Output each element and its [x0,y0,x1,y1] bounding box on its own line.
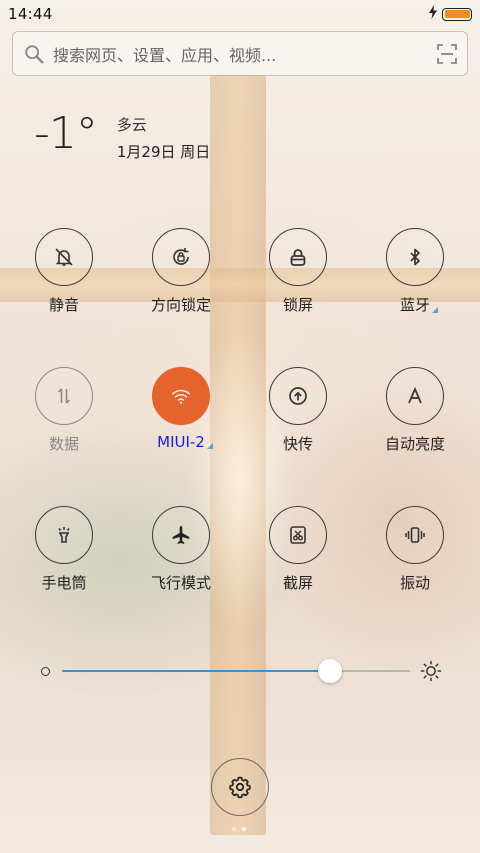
gear-icon [229,776,251,799]
toggle-label: 自动亮度 [384,435,445,453]
auto-brightness-icon[interactable] [386,367,444,425]
brightness-thumb[interactable] [317,659,342,683]
status-bar: 14:44 [0,0,480,28]
toggle-quick-transfer[interactable]: 快传 [248,367,348,454]
toggle-mobile-data[interactable]: 数据 [14,367,114,454]
page-dot [232,827,236,831]
weather-condition: 多云 [116,116,147,134]
toggle-label: 方向锁定 [150,296,211,314]
vibrate-icon[interactable] [386,506,444,564]
screenshot-icon[interactable] [269,506,327,564]
weather-temperature: -1° [34,108,98,159]
settings-button[interactable] [211,758,269,816]
search-icon [25,44,44,63]
brightness-track[interactable] [62,670,410,672]
mobile-data-icon[interactable] [35,367,93,425]
toggle-flashlight[interactable]: 手电筒 [14,506,114,593]
page-dot-active [242,827,246,831]
status-right [428,5,472,23]
weather-date: 1月29日 周日 [116,143,211,161]
mute-bell-icon[interactable] [35,228,93,286]
toggle-label: 振动 [399,574,430,592]
brightness-fill [62,670,330,672]
toggle-lock-screen[interactable]: 锁屏 [248,228,348,315]
rotation-lock-icon[interactable] [152,228,210,286]
toggle-wifi[interactable]: MIUI-2 [131,367,231,451]
toggle-bluetooth[interactable]: 蓝牙 [365,228,465,315]
toggle-label: 锁屏 [282,296,313,314]
toggle-label: MIUI-2 [157,433,213,451]
wifi-icon[interactable] [152,367,210,425]
brightness-high-icon [420,660,442,682]
toggle-rotation-lock[interactable]: 方向锁定 [131,228,231,315]
weather-widget[interactable]: -1° 多云 1月29日 周日 [34,108,210,162]
more-indicator [206,443,213,449]
weather-info: 多云 1月29日 周日 [117,114,210,162]
toggle-auto-brightness[interactable]: 自动亮度 [365,367,465,454]
toggle-airplane[interactable]: 飞行模式 [131,506,231,593]
scan-icon[interactable] [437,43,457,64]
bluetooth-icon[interactable] [386,228,444,286]
toggle-mute[interactable]: 静音 [14,228,114,315]
brightness-low-icon [41,667,50,676]
toggle-label: 手电筒 [41,574,87,592]
toggle-label: 截屏 [282,574,313,592]
flashlight-icon[interactable] [35,506,93,564]
status-time: 14:44 [8,5,53,23]
lock-icon[interactable] [269,228,327,286]
toggle-vibrate[interactable]: 振动 [365,506,465,593]
toggle-screenshot[interactable]: 截屏 [248,506,348,593]
toggle-label: 数据 [48,435,79,453]
battery-icon [442,7,472,21]
quick-transfer-icon[interactable] [269,367,327,425]
page-indicator [232,827,246,831]
brightness-slider[interactable] [40,658,450,684]
bolt-icon [428,5,438,23]
search-bar[interactable]: 搜索网页、设置、应用、视频... [12,31,468,76]
airplane-icon[interactable] [152,506,210,564]
toggle-label: 快传 [282,435,313,453]
toggle-label: 静音 [48,296,79,314]
toggle-label: 蓝牙 [400,294,438,315]
search-placeholder[interactable]: 搜索网页、设置、应用、视频... [53,42,437,66]
toggle-label: 飞行模式 [150,574,211,592]
more-indicator [432,307,438,313]
